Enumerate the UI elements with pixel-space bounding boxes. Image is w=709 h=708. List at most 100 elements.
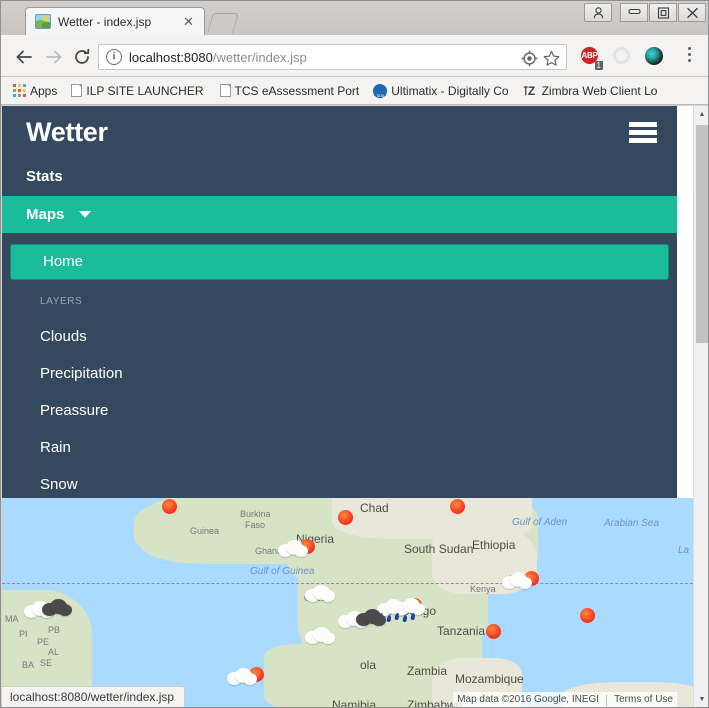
map-place-label: South Sudan	[404, 542, 473, 556]
bookmark-label: Zimbra Web Client Lo	[542, 84, 658, 98]
window-controls	[584, 3, 706, 23]
address-bar-text: localhost:8080/wetter/index.jsp	[129, 49, 307, 66]
page-scrollbar[interactable]: ▲ ▼	[693, 106, 709, 708]
weather-marker-sun[interactable]	[450, 499, 465, 514]
map-place-label: Namibia	[332, 698, 376, 708]
extension-ring-icon[interactable]	[613, 47, 633, 67]
chevron-down-icon	[79, 211, 91, 218]
scrollbar-thumb[interactable]	[696, 125, 708, 343]
layers-heading: LAYERS	[40, 296, 82, 307]
map-place-label: La	[678, 545, 689, 556]
bookmark-label: Ultimatix - Digitally Co	[391, 84, 508, 98]
layer-label: Snow	[40, 476, 78, 493]
weather-marker-sun[interactable]	[486, 624, 501, 639]
site-header: Wetter	[2, 106, 677, 158]
bookmark-item[interactable]: TCS eAssessment Port	[220, 84, 360, 98]
dark-cloud-icon	[356, 610, 382, 626]
sun-icon	[450, 499, 465, 514]
map-place-label: Faso	[245, 520, 265, 530]
cloud-icon	[305, 628, 335, 644]
target-icon[interactable]	[521, 50, 538, 67]
bookmark-star-icon[interactable]	[543, 50, 560, 67]
weather-marker-cloud-sun[interactable]	[278, 538, 318, 558]
address-bar[interactable]: i localhost:8080/wetter/index.jsp	[98, 44, 567, 70]
page-icon	[71, 84, 82, 97]
raindrop-icon	[394, 613, 399, 621]
nav-item-home-label: Home	[43, 253, 83, 270]
url-path: /wetter/index.jsp	[213, 50, 307, 65]
forward-button[interactable]	[41, 44, 67, 70]
site-info-icon[interactable]: i	[106, 49, 122, 65]
layer-item-preassure[interactable]: Preassure	[2, 396, 677, 426]
apps-label: Apps	[30, 84, 57, 98]
scroll-down-icon[interactable]: ▼	[694, 691, 709, 708]
back-button[interactable]	[11, 44, 37, 70]
nav-item-stats-label: Stats	[26, 168, 63, 185]
weather-marker-cloud-dark[interactable]	[338, 610, 382, 628]
minimize-button[interactable]	[620, 3, 648, 22]
map-place-label: SE	[40, 658, 52, 668]
reload-button[interactable]	[69, 44, 95, 70]
page-icon	[220, 84, 231, 97]
bookmarks-bar: Apps ILP SITE LAUNCHER TCS eAssessment P…	[1, 77, 709, 105]
weather-marker-sun[interactable]	[338, 510, 353, 525]
weather-marker-cloud-sun[interactable]	[227, 666, 267, 686]
layer-item-snow[interactable]: Snow	[2, 470, 677, 498]
map-place-label: Gulf of Aden	[512, 517, 567, 528]
nav-item-stats[interactable]: Stats	[2, 158, 677, 196]
nav-item-home[interactable]: Home	[10, 244, 669, 280]
new-tab-button[interactable]	[207, 13, 239, 33]
map-place-label: PB	[48, 625, 60, 635]
weather-marker-cloud[interactable]	[305, 628, 335, 644]
browser-tab[interactable]: Wetter - index.jsp ✕	[25, 7, 205, 35]
apps-shortcut[interactable]: Apps	[9, 84, 57, 98]
map-place-label: PI	[19, 629, 28, 639]
bookmark-item[interactable]: Ultimatix - Digitally Co	[373, 84, 508, 98]
bookmark-item[interactable]: ⊺Z Zimbra Web Client Lo	[523, 84, 658, 98]
raindrop-icon	[410, 613, 415, 621]
weather-map[interactable]: GuineaBurkinaFasoGhanaNigeriaChadGulf of…	[2, 498, 693, 708]
tata-icon	[373, 84, 387, 98]
layer-item-clouds[interactable]: Clouds	[2, 322, 677, 352]
weather-marker-cloud-sun[interactable]	[502, 570, 542, 590]
page-title: Wetter	[26, 117, 108, 148]
weather-marker-cloud-dark[interactable]	[24, 600, 68, 618]
maximize-button[interactable]	[649, 3, 677, 22]
map-place-label: ola	[360, 658, 376, 672]
raindrop-icon	[402, 615, 407, 623]
weather-marker-sun[interactable]	[580, 608, 595, 623]
map-place-label: Guinea	[190, 526, 219, 536]
terms-of-use-link[interactable]: Terms of Use	[614, 692, 673, 708]
raindrop-icon	[386, 615, 391, 623]
weather-marker-sun[interactable]	[162, 499, 177, 514]
layer-item-precipitation[interactable]: Precipitation	[2, 359, 677, 389]
extension-orb-icon[interactable]	[645, 47, 665, 67]
map-place-label: MA	[5, 614, 19, 624]
adblock-plus-icon[interactable]: ABP 1	[581, 47, 601, 67]
map-place-label: Gulf of Guinea	[250, 566, 314, 577]
layer-item-rain[interactable]: Rain	[2, 433, 677, 463]
close-button[interactable]	[678, 3, 706, 22]
cloud-icon	[395, 599, 425, 615]
apps-grid-icon	[13, 84, 26, 97]
bookmark-item[interactable]: ILP SITE LAUNCHER	[71, 84, 203, 98]
hamburger-icon[interactable]	[629, 122, 657, 143]
close-icon[interactable]: ✕	[181, 14, 196, 29]
sun-icon	[338, 510, 353, 525]
map-place-label: PE	[37, 637, 49, 647]
nav-item-maps[interactable]: Maps	[2, 196, 677, 233]
layer-label: Precipitation	[40, 365, 123, 382]
sun-icon	[486, 624, 501, 639]
map-place-label: Kenya	[470, 584, 496, 594]
nav-item-maps-label: Maps	[26, 206, 64, 223]
cloud-icon	[227, 669, 257, 685]
profile-icon[interactable]	[584, 3, 612, 22]
layer-label: Rain	[40, 439, 71, 456]
weather-marker-cloud[interactable]	[305, 586, 335, 602]
scroll-up-icon[interactable]: ▲	[694, 106, 709, 123]
cloud-icon	[278, 541, 308, 557]
layer-label: Clouds	[40, 328, 87, 345]
map-place-label: BA	[22, 660, 34, 670]
dark-cloud-icon	[42, 600, 68, 616]
three-dots-icon[interactable]	[681, 47, 697, 65]
